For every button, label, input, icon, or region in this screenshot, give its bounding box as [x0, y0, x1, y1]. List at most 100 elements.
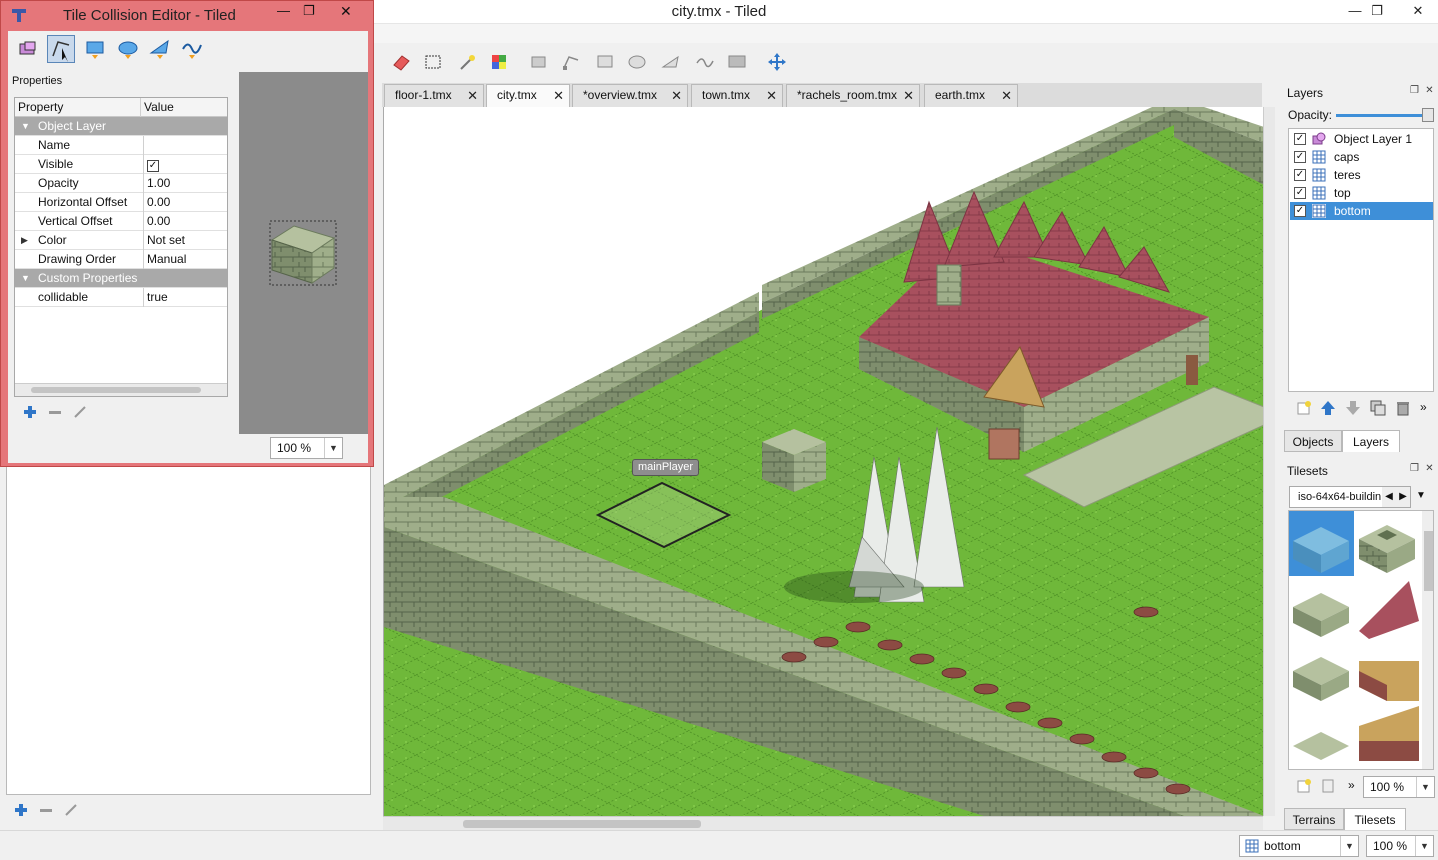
layer-visibility-checkbox[interactable]: ✓: [1294, 169, 1306, 181]
property-value[interactable]: 0.00: [143, 193, 228, 212]
add-property-icon[interactable]: [14, 803, 28, 817]
insert-rectangle-tool-icon[interactable]: [84, 37, 108, 61]
collapse-triangle-icon[interactable]: ▼: [21, 117, 30, 135]
insert-polygon-tool-icon[interactable]: [148, 37, 172, 61]
tab-layers[interactable]: Layers: [1342, 430, 1400, 452]
select-objects-tool-icon[interactable]: [16, 37, 40, 61]
expand-triangle-icon[interactable]: ▶: [21, 231, 28, 249]
insert-tile-tool-icon[interactable]: [726, 51, 748, 73]
property-value[interactable]: true: [143, 288, 228, 307]
property-row-vertical-offset[interactable]: Vertical Offset 0.00: [15, 212, 227, 231]
float-panel-icon[interactable]: ❐: [1409, 464, 1420, 475]
property-row-visible[interactable]: Visible ✓: [15, 155, 227, 174]
tab-tilesets[interactable]: Tilesets: [1344, 808, 1406, 830]
map-zoom-combo[interactable]: 100 % ▼: [1366, 835, 1434, 857]
tab-city[interactable]: city.tmx ✕: [486, 84, 570, 107]
float-panel-icon[interactable]: ❐: [1409, 86, 1420, 97]
opacity-slider-handle[interactable]: [1422, 108, 1434, 122]
dialog-maximize-button[interactable]: ❐: [303, 3, 315, 19]
tab-terrains[interactable]: Terrains: [1284, 808, 1344, 830]
dialog-minimize-button[interactable]: —: [277, 3, 290, 18]
close-icon[interactable]: ✕: [553, 85, 564, 106]
property-value[interactable]: Not set: [143, 231, 228, 250]
map-canvas[interactable]: mainPlayer: [383, 107, 1263, 816]
lower-layer-icon[interactable]: [1345, 400, 1361, 416]
layer-row-bottom[interactable]: ✓ bottom: [1290, 202, 1433, 220]
tileset-view[interactable]: [1288, 510, 1434, 770]
select-same-tile-tool-icon[interactable]: [488, 51, 510, 73]
layer-visibility-checkbox[interactable]: ✓: [1294, 205, 1306, 217]
insert-ellipse-tool-icon[interactable]: [626, 51, 648, 73]
layer-visibility-checkbox[interactable]: ✓: [1294, 187, 1306, 199]
visible-checkbox[interactable]: ✓: [147, 160, 159, 172]
tab-overview[interactable]: *overview.tmx ✕: [572, 84, 688, 107]
property-value[interactable]: Manual: [143, 250, 228, 269]
property-value[interactable]: 0.00: [143, 212, 228, 231]
property-row-color[interactable]: ▶ Color Not set: [15, 231, 227, 250]
layer-visibility-checkbox[interactable]: ✓: [1294, 133, 1306, 145]
embed-tileset-icon[interactable]: [1320, 778, 1336, 794]
property-row-collidable[interactable]: collidable true: [15, 288, 227, 307]
property-value[interactable]: ✓: [143, 155, 228, 174]
insert-polyline-tool-icon[interactable]: [694, 51, 716, 73]
properties-horizontal-scrollbar[interactable]: [15, 383, 227, 396]
property-group-object-layer[interactable]: ▼ Object Layer: [15, 117, 227, 136]
property-row-drawing-order[interactable]: Drawing Order Manual: [15, 250, 227, 269]
more-options-icon[interactable]: »: [1420, 400, 1427, 414]
map-horizontal-scrollbar[interactable]: [383, 816, 1263, 830]
map-vertical-scrollbar[interactable]: [1263, 107, 1275, 816]
current-layer-combo[interactable]: bottom ▼: [1239, 835, 1359, 857]
tab-floor-1[interactable]: floor-1.tmx ✕: [384, 84, 484, 107]
layer-visibility-checkbox[interactable]: ✓: [1294, 151, 1306, 163]
close-panel-icon[interactable]: ✕: [1424, 86, 1435, 97]
rectangle-select-tool-icon[interactable]: [422, 51, 444, 73]
tab-rachels-room[interactable]: *rachels_room.tmx ✕: [786, 84, 920, 107]
property-value[interactable]: [143, 136, 228, 155]
close-icon[interactable]: ✕: [1001, 85, 1012, 106]
close-window-button[interactable]: ✕: [1398, 0, 1438, 22]
opacity-slider-track[interactable]: [1336, 114, 1430, 117]
maximize-button[interactable]: ❐: [1362, 0, 1392, 22]
insert-rectangle-tool-icon[interactable]: [594, 51, 616, 73]
close-icon[interactable]: ✕: [766, 85, 777, 106]
layer-row-caps[interactable]: ✓ caps: [1290, 148, 1433, 166]
remove-property-icon[interactable]: [40, 809, 52, 812]
property-row-name[interactable]: Name: [15, 136, 227, 155]
tab-objects[interactable]: Objects: [1284, 430, 1342, 452]
rename-property-icon[interactable]: [73, 405, 87, 419]
new-layer-icon[interactable]: [1296, 400, 1312, 416]
tab-town[interactable]: town.tmx ✕: [691, 84, 783, 107]
rename-property-icon[interactable]: [64, 803, 78, 817]
property-row-opacity[interactable]: Opacity 1.00: [15, 174, 227, 193]
scroll-left-icon[interactable]: ◀: [1382, 487, 1396, 507]
edit-polygons-tool-icon[interactable]: [560, 51, 582, 73]
edit-polygons-tool-icon[interactable]: [47, 35, 75, 63]
new-tileset-icon[interactable]: [1296, 778, 1312, 794]
more-options-icon[interactable]: »: [1348, 778, 1355, 792]
layer-row-object-layer-1[interactable]: ✓ Object Layer 1: [1290, 130, 1433, 148]
collision-zoom-combo[interactable]: 100 % ▼: [270, 437, 343, 459]
move-tool-icon[interactable]: [766, 51, 788, 73]
layer-row-top[interactable]: ✓ top: [1290, 184, 1433, 202]
tile-preview-canvas[interactable]: [239, 72, 368, 434]
tileset-zoom-combo[interactable]: 100 % ▼: [1363, 776, 1435, 798]
property-row-horizontal-offset[interactable]: Horizontal Offset 0.00: [15, 193, 227, 212]
close-panel-icon[interactable]: ✕: [1424, 464, 1435, 475]
layer-row-teres[interactable]: ✓ teres: [1290, 166, 1433, 184]
close-icon[interactable]: ✕: [467, 85, 478, 106]
insert-ellipse-tool-icon[interactable]: [116, 37, 140, 61]
magic-wand-tool-icon[interactable]: [456, 51, 478, 73]
close-icon[interactable]: ✕: [903, 85, 914, 106]
scroll-right-icon[interactable]: ▶: [1396, 487, 1410, 507]
dialog-close-button[interactable]: ✕: [340, 3, 352, 20]
raise-layer-icon[interactable]: [1320, 400, 1336, 416]
insert-polygon-tool-icon[interactable]: [660, 51, 682, 73]
select-objects-tool-icon[interactable]: [528, 51, 550, 73]
tileset-menu-icon[interactable]: ▼: [1416, 490, 1426, 501]
property-group-custom-properties[interactable]: ▼ Custom Properties: [15, 269, 227, 288]
insert-polyline-tool-icon[interactable]: [180, 37, 204, 61]
scrollbar-thumb[interactable]: [463, 820, 701, 828]
delete-layer-icon[interactable]: [1395, 400, 1411, 416]
add-property-icon[interactable]: [23, 405, 37, 419]
tab-earth[interactable]: earth.tmx ✕: [924, 84, 1018, 107]
